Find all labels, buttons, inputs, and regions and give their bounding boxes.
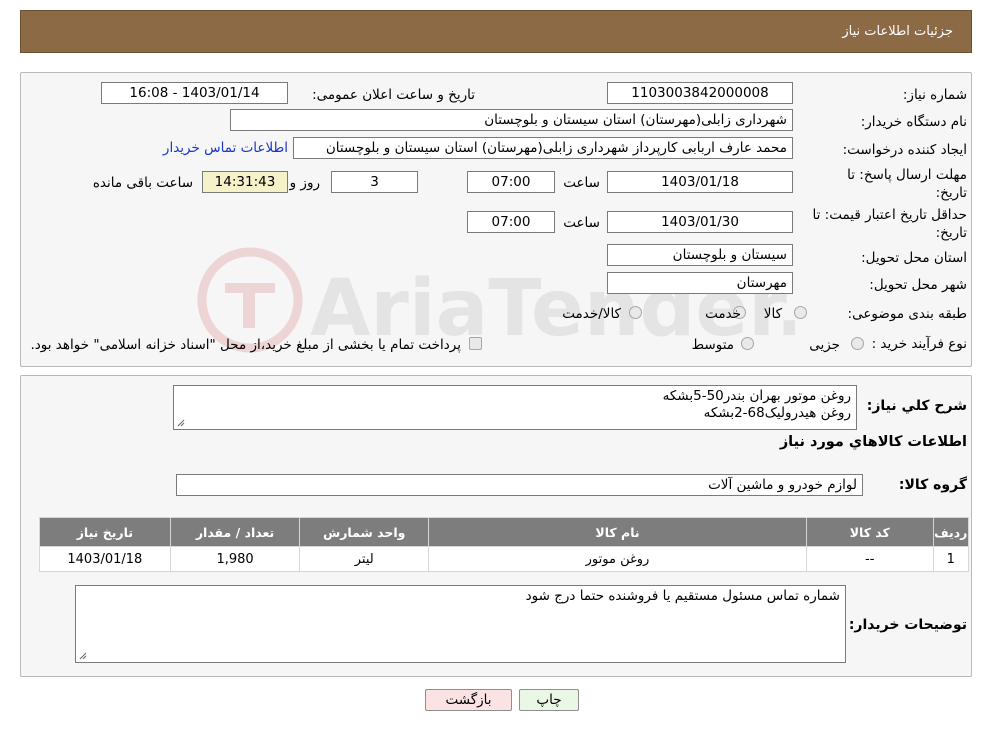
buyer-contact-link[interactable]: اطلاعات تماس خریدار [163, 140, 288, 156]
summary-textarea[interactable]: روغن موتور بهران بندر50-5بشکه روغن هیدرو… [173, 385, 857, 430]
cell-unit: لیتر [300, 547, 429, 571]
payment-note: پرداخت تمام یا بخشی از مبلغ خرید،از محل … [30, 337, 461, 353]
price-date-field[interactable]: 1403/01/30 [607, 211, 793, 233]
col-header-quantity: تعداد / مقدار [170, 518, 300, 546]
cell-quantity: 1,980 [170, 547, 300, 571]
announce-label: تاریخ و ساعت اعلان عمومی: [312, 87, 475, 103]
col-header-unit: واحد شمارش [300, 518, 429, 546]
col-header-name: نام کالا [429, 518, 806, 546]
reply-date-field[interactable]: 1403/01/18 [607, 171, 793, 193]
price-time-field[interactable]: 07:00 [467, 211, 555, 233]
col-header-row-number: رديف [933, 518, 968, 546]
cell-code: -- [806, 547, 933, 571]
province-field[interactable]: سیستان و بلوچستان [607, 244, 793, 266]
price-validity-label: حداقل تاریخ اعتبار قیمت: تا تاریخ: [812, 207, 967, 241]
process-option-medium: متوسط [691, 337, 734, 353]
items-table: رديف کد کالا نام کالا واحد شمارش تعداد /… [39, 517, 969, 572]
creator-field[interactable]: محمد عارف اربابی کارپرداز شهرداری زابلی(… [293, 137, 793, 159]
process-option-minor: جزیی [809, 337, 840, 353]
need-number-field[interactable]: 1103003842000008 [607, 82, 793, 104]
cell-row-number: 1 [933, 547, 968, 571]
table-row[interactable]: 1 -- روغن موتور لیتر 1,980 1403/01/18 [40, 547, 968, 571]
summary-label: شرح کلي نياز: [866, 398, 967, 414]
summary-line-2: روغن هیدرولیک68-2بشکه [703, 405, 851, 421]
goods-group-label: گروه کالا: [898, 477, 967, 493]
reply-deadline-label: مهلت ارسال پاسخ: تا تاریخ: [847, 167, 967, 201]
category-option-goods-service: کالا/خدمت [562, 306, 621, 322]
buyer-org-field[interactable]: شهرداری زابلی(مهرستان) استان سیستان و بل… [230, 109, 793, 131]
category-radio-goods[interactable] [794, 306, 807, 319]
category-radio-goods-service[interactable] [629, 306, 642, 319]
reply-time-field[interactable]: 07:00 [467, 171, 555, 193]
cell-date: 1403/01/18 [40, 547, 170, 571]
creator-label: ایجاد کننده درخواست: [842, 142, 967, 158]
goods-info-title: اطلاعات کالاهاي مورد نياز [779, 434, 967, 450]
announce-field[interactable]: 1403/01/14 - 16:08 [101, 82, 288, 104]
back-button[interactable]: بازگشت [425, 689, 512, 711]
remaining-label: ساعت باقی مانده [92, 175, 193, 191]
page-title: جزئیات اطلاعات نیاز [842, 24, 953, 39]
category-option-service: خدمت [705, 306, 741, 322]
buyer-notes-textarea[interactable]: شماره تماس مسئول مستقیم یا فروشنده حتما … [75, 585, 846, 663]
resize-grip-icon[interactable] [177, 419, 185, 427]
items-table-wrap: رديف کد کالا نام کالا واحد شمارش تعداد /… [39, 517, 969, 572]
remaining-time-field: 14:31:43 [202, 171, 288, 193]
process-radio-minor[interactable] [851, 337, 864, 350]
print-button[interactable]: چاپ [519, 689, 579, 711]
city-label: شهر محل تحویل: [869, 277, 967, 293]
province-label: استان محل تحویل: [861, 250, 967, 266]
goods-group-field[interactable]: لوازم خودرو و ماشین آلات [176, 474, 863, 496]
col-header-code: کد کالا [806, 518, 933, 546]
cell-name: روغن موتور [429, 547, 806, 571]
days-field[interactable]: 3 [331, 171, 418, 193]
reply-time-label: ساعت [563, 175, 600, 191]
need-number-label: شماره نیاز: [902, 87, 967, 103]
table-header-row: رديف کد کالا نام کالا واحد شمارش تعداد /… [40, 518, 968, 546]
buyer-notes-label: توضیحات خریدار: [848, 617, 967, 633]
page-header: جزئیات اطلاعات نیاز [20, 10, 972, 53]
process-label: نوع فرآیند خرید : [871, 336, 967, 352]
price-time-label: ساعت [563, 215, 600, 231]
summary-line-1: روغن موتور بهران بندر50-5بشکه [662, 388, 851, 404]
city-field[interactable]: مهرستان [607, 272, 793, 294]
category-label: طبقه بندی موضوعی: [847, 306, 967, 322]
payment-checkbox[interactable] [469, 337, 482, 350]
days-label: روز و [289, 175, 320, 191]
category-option-goods: کالا [763, 306, 782, 322]
buyer-notes-text: شماره تماس مسئول مستقیم یا فروشنده حتما … [525, 588, 840, 604]
process-radio-medium[interactable] [741, 337, 754, 350]
buyer-org-label: نام دستگاه خریدار: [860, 114, 967, 130]
col-header-date: تاریخ نیاز [40, 518, 170, 546]
resize-grip-icon[interactable] [79, 652, 87, 660]
